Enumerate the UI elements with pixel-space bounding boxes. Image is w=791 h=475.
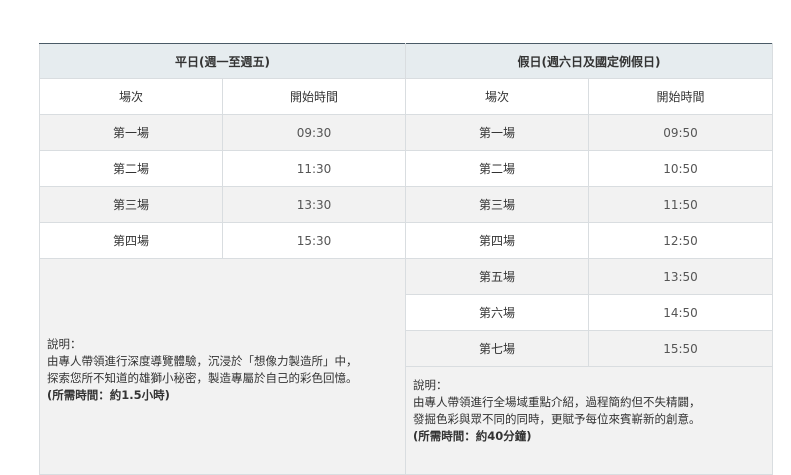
- column-header-row: 場次 開始時間 場次 開始時間: [39, 78, 774, 115]
- holiday-session: 第二場: [405, 150, 590, 187]
- table-row: 第三場 13:30 第三場 11:50: [39, 186, 774, 223]
- weekday-time: 09:30: [221, 114, 407, 151]
- holiday-session: 第六場: [405, 294, 590, 331]
- schedule-table: 平日(週一至週五) 假日(週六日及國定例假日) 場次 開始時間 場次 開始時間 …: [38, 43, 774, 475]
- table-row: 說明： 由專人帶領進行深度導覽體驗，沉浸於「想像力製造所」中， 探索您所不知道的…: [38, 258, 774, 475]
- holiday-time: 12:50: [588, 222, 774, 259]
- table-row: 第一場 09:30 第一場 09:50: [39, 114, 774, 151]
- weekday-time: 15:30: [221, 222, 407, 259]
- holiday-note: 說明： 由專人帶領進行全場域重點介紹，過程簡約但不失精闢， 發掘色彩與眾不同的同…: [405, 366, 774, 475]
- holiday-session: 第一場: [405, 114, 590, 151]
- weekday-note: 說明： 由專人帶領進行深度導覽體驗，沉浸於「想像力製造所」中， 探索您所不知道的…: [38, 258, 407, 475]
- holiday-note-line1: 由專人帶領進行全場域重點介紹，過程簡約但不失精闢，: [413, 395, 701, 409]
- weekday-session: 第二場: [39, 150, 223, 187]
- holiday-time: 15:50: [588, 330, 774, 367]
- weekday-session: 第四場: [39, 222, 223, 259]
- holiday-time: 10:50: [588, 150, 774, 187]
- holiday-session: 第七場: [405, 330, 590, 367]
- holiday-header: 假日(週六日及國定例假日): [405, 43, 774, 79]
- weekday-note-line2: 探索您所不知道的雄獅小秘密，製造專屬於自己的彩色回憶。: [47, 371, 358, 385]
- holiday-time: 14:50: [588, 294, 774, 331]
- weekday-session: 第三場: [39, 186, 223, 223]
- holiday-session: 第四場: [405, 222, 590, 259]
- weekday-header: 平日(週一至週五): [38, 43, 407, 79]
- weekday-time: 13:30: [221, 186, 407, 223]
- holiday-session: 第五場: [405, 258, 590, 295]
- holiday-note-line2: 發掘色彩與眾不同的同時，更賦予每位來賓嶄新的創意。: [413, 412, 701, 426]
- holiday-time: 13:50: [588, 258, 774, 295]
- weekday-note-title: 說明：: [47, 337, 82, 351]
- holiday-time: 11:50: [588, 186, 774, 223]
- holiday-note-title: 說明：: [413, 378, 448, 392]
- weekday-start-col: 開始時間: [221, 78, 407, 115]
- table-row: 第四場 15:30 第四場 12:50: [39, 222, 774, 259]
- weekday-note-line1: 由專人帶領進行深度導覽體驗，沉浸於「想像力製造所」中，: [47, 354, 358, 368]
- table-header-row: 平日(週一至週五) 假日(週六日及國定例假日): [38, 43, 774, 79]
- table-row: 第二場 11:30 第二場 10:50: [39, 150, 774, 187]
- holiday-session: 第三場: [405, 186, 590, 223]
- holiday-time: 09:50: [588, 114, 774, 151]
- weekday-time: 11:30: [221, 150, 407, 187]
- weekday-note-duration: (所需時間：約1.5小時): [47, 388, 170, 402]
- weekday-session: 第一場: [39, 114, 223, 151]
- weekday-session-col: 場次: [39, 78, 223, 115]
- holiday-note-duration: (所需時間：約40分鐘): [413, 429, 532, 443]
- holiday-start-col: 開始時間: [588, 78, 774, 115]
- holiday-session-col: 場次: [405, 78, 590, 115]
